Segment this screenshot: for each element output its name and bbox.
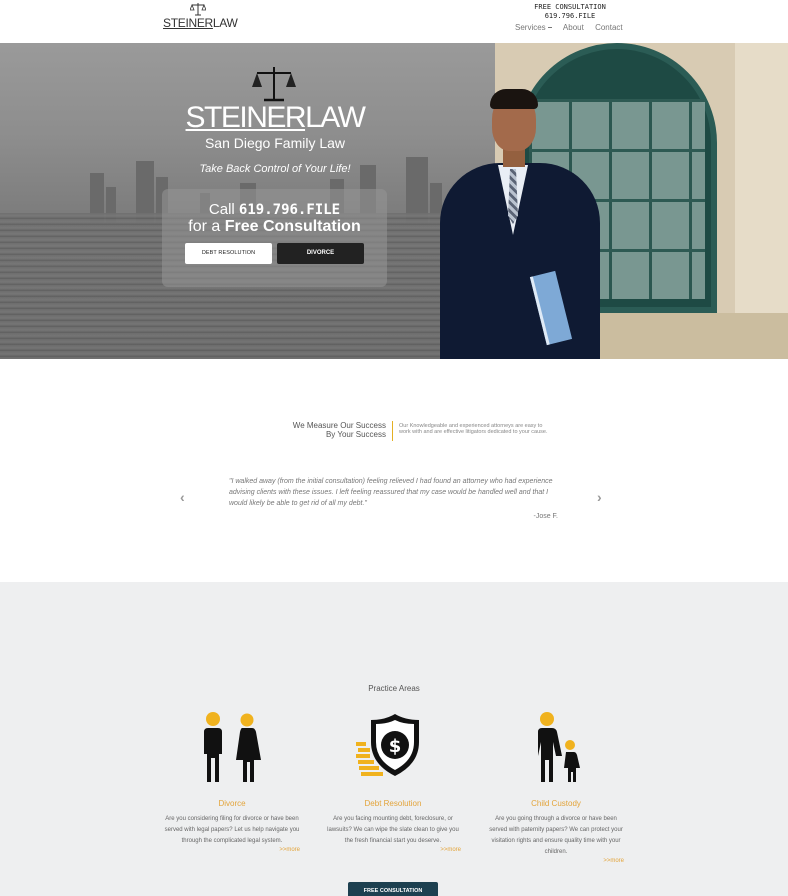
hero-tagline: Take Back Control of Your Life! (199, 163, 351, 175)
scales-icon (190, 3, 206, 16)
nav-item-about[interactable]: About (563, 23, 584, 32)
hero-logo: STEINERLAW (180, 65, 370, 135)
svg-text:$: $ (389, 736, 402, 757)
site-header: STEINERLAW FREE CONSULTATION 619.796.FIL… (0, 0, 788, 43)
practice-card-title[interactable]: Debt Resolution (325, 799, 461, 808)
practice-card-debt: $ Debt Resolution Are you facing mountin… (325, 712, 461, 853)
success-heading-line1: We Measure Our Success (292, 421, 386, 430)
parent-child-icon (538, 712, 580, 782)
testimonial-author: -Jose F. (533, 513, 558, 520)
practice-card-description: Are you facing mounting debt, foreclosur… (327, 816, 459, 844)
consultation-panel: Call 619.796.FILE for a Free Consultatio… (162, 189, 387, 287)
divider (392, 421, 393, 441)
chevron-down-icon (547, 27, 552, 29)
free-consultation-button[interactable]: FREE CONSULTATION (348, 882, 438, 896)
page: STEINERLAW FREE CONSULTATION 619.796.FIL… (0, 0, 788, 896)
main-nav: Services About Contact (515, 23, 632, 32)
practice-card-description: Are you considering filing for divorce o… (164, 816, 300, 844)
success-heading: We Measure Our Success By Your Success (282, 421, 386, 439)
hero-logo-wordmark: STEINERLAW (185, 101, 366, 134)
practice-card-description: Are you going through a divorce or have … (489, 816, 623, 855)
nav-item-contact[interactable]: Contact (595, 23, 623, 32)
more-link[interactable]: >>more (164, 847, 300, 853)
practice-areas-title: Practice Areas (368, 684, 420, 693)
debt-resolution-button[interactable]: DEBT RESOLUTION (185, 243, 272, 264)
header-phone-number: 619.796.FILE (544, 12, 596, 20)
success-description: Our Knowledgeable and experienced attorn… (399, 423, 548, 435)
carousel-next-icon[interactable]: › (597, 489, 602, 505)
divorce-button[interactable]: DIVORCE (277, 243, 364, 264)
attorney-photo (430, 83, 600, 359)
carousel-prev-icon[interactable]: ‹ (180, 489, 185, 505)
more-link[interactable]: >>more (325, 847, 461, 853)
success-heading-line2: By Your Success (325, 430, 386, 439)
practice-card-title[interactable]: Divorce (164, 799, 300, 808)
practice-card-custody: Child Custody Are you going through a di… (488, 712, 624, 864)
header-phone-label: FREE CONSULTATION (534, 3, 606, 11)
scales-icon (252, 67, 296, 102)
shield-dollar-icon: $ (356, 714, 419, 776)
call-number[interactable]: 619.796.FILE (239, 202, 340, 218)
site-logo[interactable]: STEINERLAW (163, 2, 238, 32)
call-line: Call 619.796.FILE (208, 201, 341, 218)
consult-line: for a Free Consultation (188, 218, 361, 235)
hero-banner: STEINERLAW San Diego Family Law Take Bac… (0, 43, 788, 359)
practice-areas-section: Practice Areas Divorce Are you consideri… (0, 582, 788, 896)
couple-icon (204, 712, 261, 782)
practice-card-divorce: Divorce Are you considering filing for d… (164, 712, 300, 853)
header-phone[interactable]: FREE CONSULTATION 619.796.FILE (520, 3, 620, 21)
nav-item-services[interactable]: Services (515, 23, 552, 32)
hero-subtitle: San Diego Family Law (204, 135, 346, 151)
more-link[interactable]: >>more (488, 858, 624, 864)
testimonial-quote: "I walked away (from the initial consult… (229, 478, 553, 507)
logo-wordmark: STEINERLAW (163, 16, 238, 30)
practice-card-title[interactable]: Child Custody (488, 799, 624, 808)
